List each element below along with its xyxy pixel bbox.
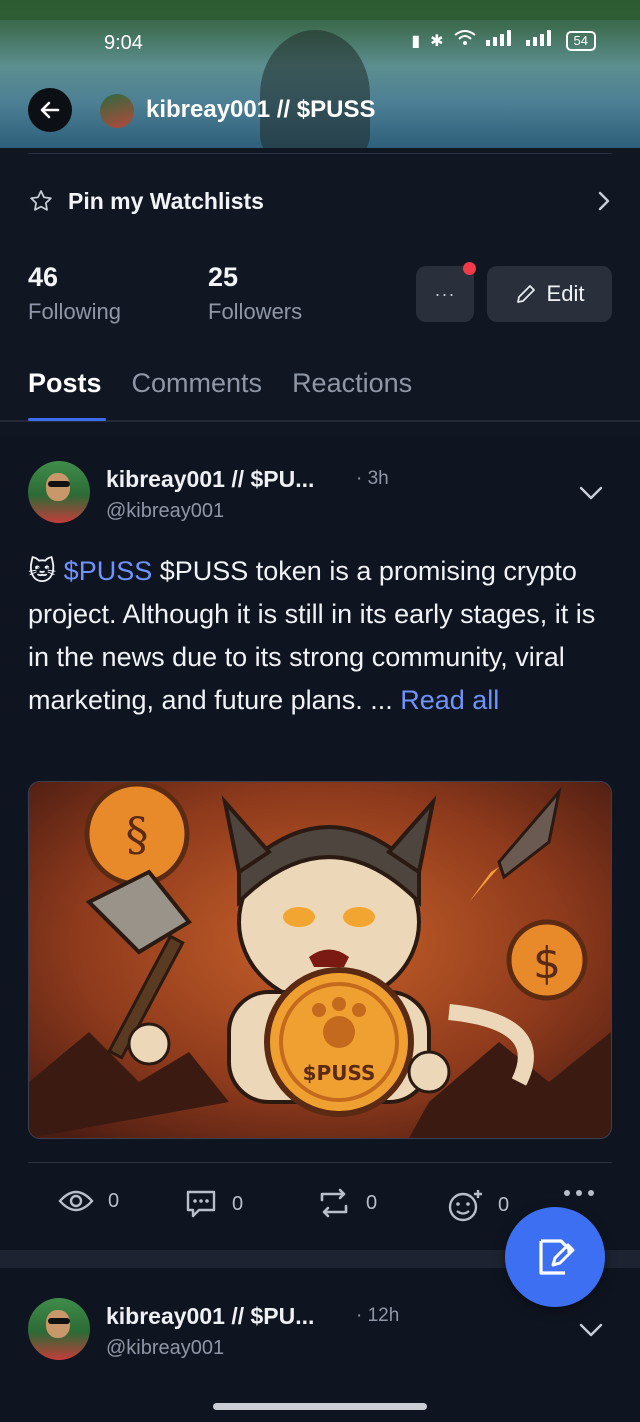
pin-watchlists-row[interactable]: Pin my Watchlists	[28, 178, 612, 224]
following-label: Following	[28, 299, 121, 324]
cashtag-link[interactable]: $PUSS	[64, 556, 153, 586]
following-count: 46	[28, 262, 59, 292]
more-horizontal-icon	[564, 1190, 594, 1196]
pin-watchlists-label: Pin my Watchlists	[68, 187, 264, 214]
post-image[interactable]: § $ $PUSS	[28, 781, 612, 1139]
compose-post-button[interactable]	[505, 1207, 605, 1307]
post-handle[interactable]: @kibreay001	[106, 500, 224, 523]
notification-dot	[463, 262, 476, 275]
post-author[interactable]: kibreay001 // $PU...	[106, 1303, 314, 1330]
post-avatar[interactable]	[28, 1298, 90, 1360]
comment-icon	[186, 1190, 216, 1218]
home-indicator[interactable]	[213, 1403, 427, 1410]
wifi-icon	[453, 30, 476, 51]
reposts-count: 0	[366, 1191, 378, 1214]
post-menu-action[interactable]	[562, 1188, 596, 1198]
chevron-down-icon[interactable]	[578, 1321, 604, 1339]
header-title: kibreay001 // $PUSS	[146, 96, 376, 123]
chevron-right-icon	[598, 191, 610, 211]
banner-foliage	[0, 0, 640, 20]
cat-emoji: 🐱	[28, 556, 57, 586]
profile-header-banner: 9:04 ▮ ✱ 54 kibreay001 // $PUSS	[0, 0, 640, 148]
post-author[interactable]: kibreay001 // $PU...	[106, 466, 314, 493]
banner-person-silhouette	[260, 30, 370, 148]
battery-indicator: 54	[565, 30, 596, 51]
repost-icon	[320, 1188, 348, 1218]
comment-action[interactable]: 0	[184, 1188, 243, 1220]
compose-icon	[539, 1239, 575, 1275]
followers-label: Followers	[208, 299, 303, 324]
active-tab-indicator	[28, 418, 106, 421]
avatar-sunglasses	[48, 481, 70, 487]
views-action[interactable]: 0	[58, 1188, 119, 1214]
tab-reactions[interactable]: Reactions	[292, 368, 412, 399]
add-reaction-icon	[448, 1190, 482, 1222]
post-body: 🐱 $PUSS $PUSS token is a promising crypt…	[28, 550, 618, 722]
followers-stat[interactable]: 25 Followers	[208, 262, 302, 325]
status-time: 9:04	[104, 32, 143, 54]
eye-icon	[58, 1190, 94, 1212]
comments-count: 0	[232, 1192, 244, 1215]
tab-comments[interactable]: Comments	[132, 368, 263, 399]
reactions-count: 0	[498, 1193, 510, 1216]
pencil-icon	[516, 285, 535, 303]
header-avatar	[100, 94, 134, 128]
react-action[interactable]: 0	[446, 1188, 509, 1222]
chevron-down-icon[interactable]	[578, 484, 604, 502]
puss-warrior-illustration: § $ $PUSS	[29, 782, 611, 1138]
following-stat[interactable]: 46 Following	[28, 262, 121, 325]
profile-tabs: Posts Comments Reactions	[28, 368, 412, 399]
vibrate-icon: ▮	[411, 32, 421, 50]
bluetooth-icon: ✱	[430, 32, 444, 50]
post-time: · 3h	[356, 468, 389, 489]
svg-text:§: §	[126, 807, 149, 861]
divider	[28, 153, 612, 154]
post-time: · 12h	[356, 1305, 400, 1326]
back-button[interactable]	[28, 88, 72, 132]
coin-label: $PUSS	[303, 1061, 376, 1085]
edit-profile-button[interactable]: Edit	[487, 266, 612, 322]
arrow-left-icon	[40, 101, 60, 119]
edit-label: Edit	[546, 281, 585, 306]
svg-text:$: $	[533, 938, 561, 989]
views-count: 0	[108, 1189, 120, 1212]
more-options-button[interactable]: ···	[416, 266, 474, 322]
avatar-sunglasses	[48, 1318, 70, 1324]
read-all-link[interactable]: Read all	[400, 685, 499, 715]
followers-count: 25	[208, 262, 239, 292]
post-handle[interactable]: @kibreay001	[106, 1337, 224, 1360]
signal-icon	[485, 30, 516, 51]
tab-posts[interactable]: Posts	[28, 368, 102, 399]
status-icons: ▮ ✱ 54	[411, 30, 596, 51]
signal-icon-2	[525, 30, 556, 51]
actions-divider	[28, 1162, 612, 1163]
repost-action[interactable]: 0	[316, 1188, 377, 1218]
star-icon	[30, 190, 52, 211]
avatar-face	[46, 1310, 70, 1338]
avatar-face	[46, 473, 70, 501]
post-avatar[interactable]	[28, 461, 90, 523]
